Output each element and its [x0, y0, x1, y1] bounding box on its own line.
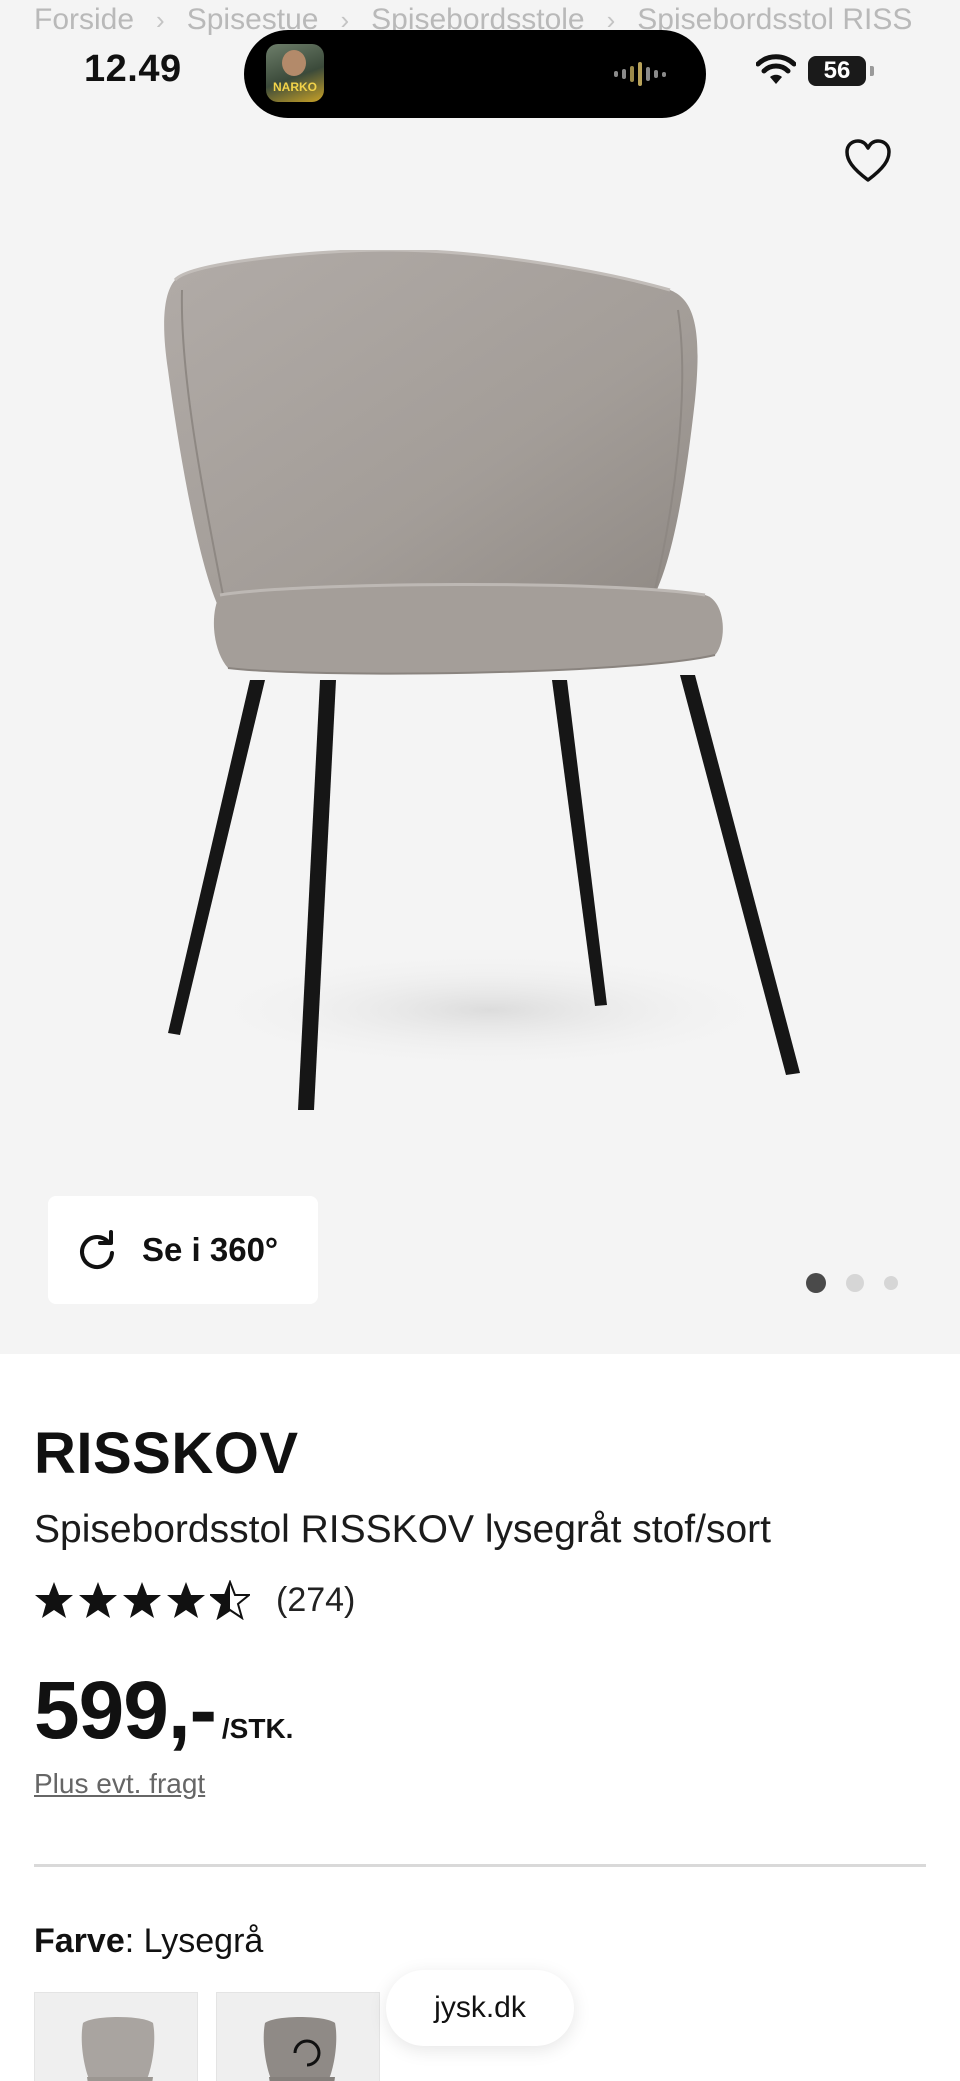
star-full-icon: [123, 1582, 161, 1618]
price-value: 599,-: [34, 1665, 217, 1756]
color-swatch-variant[interactable]: [216, 1992, 380, 2081]
star-half-icon: [210, 1580, 250, 1620]
rating-count[interactable]: (274): [276, 1581, 355, 1620]
status-bar: 12.49 NARKO 56: [0, 30, 960, 120]
freight-link[interactable]: Plus evt. fragt: [34, 1768, 205, 1800]
audio-waveform-icon: [614, 60, 666, 88]
price: 599,- /STK.: [34, 1664, 293, 1758]
heart-outline-icon[interactable]: [844, 138, 892, 184]
product-rating[interactable]: (274): [34, 1580, 355, 1620]
rotate-icon: [80, 1230, 114, 1270]
rating-stars: [34, 1580, 250, 1620]
browser-url-pill[interactable]: jysk.dk: [386, 1970, 574, 2046]
now-playing-badge: NARKO: [273, 80, 317, 94]
color-label-key: Farve: [34, 1922, 125, 1960]
gallery-dot-active[interactable]: [806, 1273, 826, 1293]
star-full-icon: [167, 1582, 205, 1618]
product-title: Spisebordsstol RISSKOV lysegråt stof/sor…: [34, 1508, 771, 1551]
dynamic-island[interactable]: NARKO: [244, 30, 706, 118]
color-swatch-lysegraa[interactable]: [34, 1992, 198, 2081]
view-360-button[interactable]: Se i 360°: [48, 1196, 318, 1304]
product-image-chair: [164, 250, 800, 1110]
price-unit: /STK.: [221, 1713, 294, 1744]
gallery-dot[interactable]: [884, 1276, 898, 1290]
wifi-icon: [756, 54, 796, 84]
product-gallery[interactable]: Forside › Spisestue › Spisebordsstole › …: [0, 0, 960, 1354]
now-playing-artwork: NARKO: [266, 44, 324, 102]
product-brand: RISSKOV: [34, 1421, 299, 1486]
battery-tip: [870, 66, 874, 76]
view-360-label: Se i 360°: [142, 1231, 279, 1268]
color-selection-label: Farve: Lysegrå: [34, 1922, 263, 1961]
divider: [34, 1864, 926, 1867]
status-time: 12.49: [84, 48, 182, 90]
gallery-dot[interactable]: [846, 1274, 864, 1292]
star-full-icon: [79, 1582, 117, 1618]
star-full-icon: [35, 1582, 73, 1618]
color-label-value: : Lysegrå: [124, 1922, 264, 1960]
battery-icon: 56: [808, 56, 866, 86]
gallery-pagination[interactable]: [806, 1273, 898, 1293]
